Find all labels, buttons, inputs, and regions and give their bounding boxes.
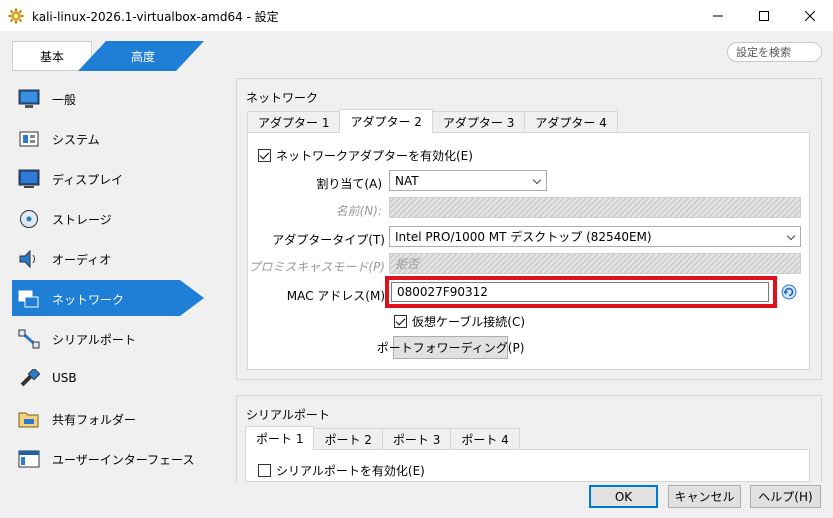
adapter-type-combo[interactable]: Intel PRO/1000 MT デスクトップ (82540EM) <box>389 226 801 247</box>
search-placeholder: 設定を検索 <box>736 46 791 59</box>
sidebar-item-general[interactable]: 一般 <box>12 80 204 116</box>
sidebar-item-audio[interactable]: オーディオ <box>12 240 204 276</box>
mac-address-input[interactable]: 080027F90312 <box>391 282 769 302</box>
maximize-button[interactable] <box>741 0 787 31</box>
name-label: 名前(N): <box>335 204 382 218</box>
mac-address-value: 080027F90312 <box>397 285 488 299</box>
refresh-icon <box>781 284 797 300</box>
sidebar-item-shared-folders[interactable]: 共有フォルダー <box>12 400 204 436</box>
tab-port-1[interactable]: ポート 1 <box>245 426 315 450</box>
mode-basic-button[interactable]: 基本 <box>12 41 92 71</box>
storage-icon <box>18 208 40 230</box>
sidebar-item-user-interface[interactable]: ユーザーインターフェース <box>12 440 204 476</box>
cancel-button[interactable]: キャンセル <box>668 485 741 508</box>
window-title: kali-linux-2026.1-virtualbox-amd64 - 設定 <box>32 10 279 24</box>
ok-button[interactable]: OK <box>589 485 658 508</box>
network-section-title: ネットワーク <box>246 91 319 105</box>
sidebar-item-storage[interactable]: ストレージ <box>12 200 204 236</box>
enable-serial-row: シリアルポートを有効化(E) <box>258 462 425 479</box>
enable-serial-checkbox[interactable] <box>258 464 271 477</box>
network-tab-content <box>247 132 810 370</box>
adapter-type-value: Intel PRO/1000 MT デスクトップ (82540EM) <box>395 230 652 244</box>
network-adapter-tabs: アダプター 1 アダプター 2 アダプター 3 アダプター 4 <box>247 109 618 133</box>
title-bar: kali-linux-2026.1-virtualbox-amd64 - 設定 <box>0 0 833 31</box>
tab-adapter-3[interactable]: アダプター 3 <box>431 111 526 133</box>
shared-folder-icon <box>18 408 40 430</box>
adapter-type-label: アダプタータイプ(T) <box>272 233 385 247</box>
serial-section-title: シリアルポート <box>246 408 330 422</box>
settings-gear-icon <box>8 8 24 24</box>
general-icon <box>18 88 40 110</box>
sidebar-item-system[interactable]: システム <box>12 120 204 156</box>
enable-serial-label: シリアルポートを有効化(E) <box>276 464 425 478</box>
serial-port-icon <box>18 328 40 350</box>
sidebar-item-label: ネットワーク <box>52 293 125 307</box>
sidebar-item-label: ストレージ <box>52 213 112 227</box>
sidebar-item-network[interactable]: ネットワーク <box>12 280 204 316</box>
sidebar-item-label: USB <box>52 371 77 385</box>
mode-expert-button[interactable]: 高度 <box>78 41 204 71</box>
tab-adapter-2[interactable]: アダプター 2 <box>339 109 433 133</box>
close-icon <box>805 10 815 21</box>
enable-adapter-checkbox[interactable] <box>258 149 271 162</box>
sidebar-item-label: 一般 <box>52 93 77 107</box>
attached-to-value: NAT <box>395 173 419 188</box>
system-icon <box>18 128 40 150</box>
minimize-button[interactable] <box>695 0 741 31</box>
minimize-icon <box>713 15 723 16</box>
tab-adapter-4[interactable]: アダプター 4 <box>524 111 618 133</box>
close-button[interactable] <box>787 0 833 31</box>
audio-icon <box>18 248 40 270</box>
tab-adapter-1[interactable]: アダプター 1 <box>247 111 341 133</box>
cable-connected-row: 仮想ケーブル接続(C) <box>394 313 525 330</box>
sidebar-item-label: シリアルポート <box>52 333 136 347</box>
sidebar-item-label: 共有フォルダー <box>52 413 137 427</box>
tab-port-4[interactable]: ポート 4 <box>450 428 520 450</box>
mode-toggle: 基本 高度 <box>12 41 204 71</box>
port-forwarding-button[interactable]: ポートフォワーディング(P) <box>377 336 524 359</box>
cable-connected-label: 仮想ケーブル接続(C) <box>412 315 526 329</box>
serial-port-tabs: ポート 1 ポート 2 ポート 3 ポート 4 <box>245 426 520 450</box>
display-icon <box>18 168 40 190</box>
sidebar-item-usb[interactable]: USB <box>12 360 204 396</box>
enable-adapter-label: ネットワークアダプターを有効化(E) <box>276 149 473 163</box>
network-icon <box>18 288 40 310</box>
mac-address-label: MAC アドレス(M) <box>286 289 385 303</box>
promiscuous-mode-combo: 拒否 <box>389 253 801 274</box>
refresh-mac-button[interactable] <box>781 284 797 300</box>
cable-connected-checkbox[interactable] <box>394 315 407 328</box>
sidebar-item-label: システム <box>52 133 100 147</box>
attached-to-combo[interactable]: NAT <box>389 170 547 191</box>
sidebar-item-display[interactable]: ディスプレイ <box>12 160 204 196</box>
sidebar-item-label: ディスプレイ <box>52 173 124 187</box>
name-combo <box>389 197 801 218</box>
user-interface-icon <box>18 448 40 470</box>
help-button[interactable]: ヘルプ(H) <box>750 485 821 508</box>
sidebar-item-label: オーディオ <box>52 253 112 267</box>
search-input[interactable]: 設定を検索 <box>727 42 822 62</box>
maximize-icon <box>759 10 769 21</box>
attached-to-label: 割り当て(A) <box>316 177 382 191</box>
tab-port-2[interactable]: ポート 2 <box>313 428 383 450</box>
tab-port-3[interactable]: ポート 3 <box>381 428 452 450</box>
promiscuous-mode-value: 拒否 <box>395 257 420 271</box>
enable-adapter-row: ネットワークアダプターを有効化(E) <box>258 147 473 164</box>
promiscuous-mode-label: プロミスキャスモード(P) <box>248 260 385 274</box>
sidebar-item-label: ユーザーインターフェース <box>52 453 195 467</box>
sidebar-item-serial-port[interactable]: シリアルポート <box>12 320 204 356</box>
sidebar: 一般 システム ディスプレイ ストレージ オーディオ ネットワーク シリアルポー… <box>12 78 204 478</box>
usb-icon <box>18 368 40 390</box>
